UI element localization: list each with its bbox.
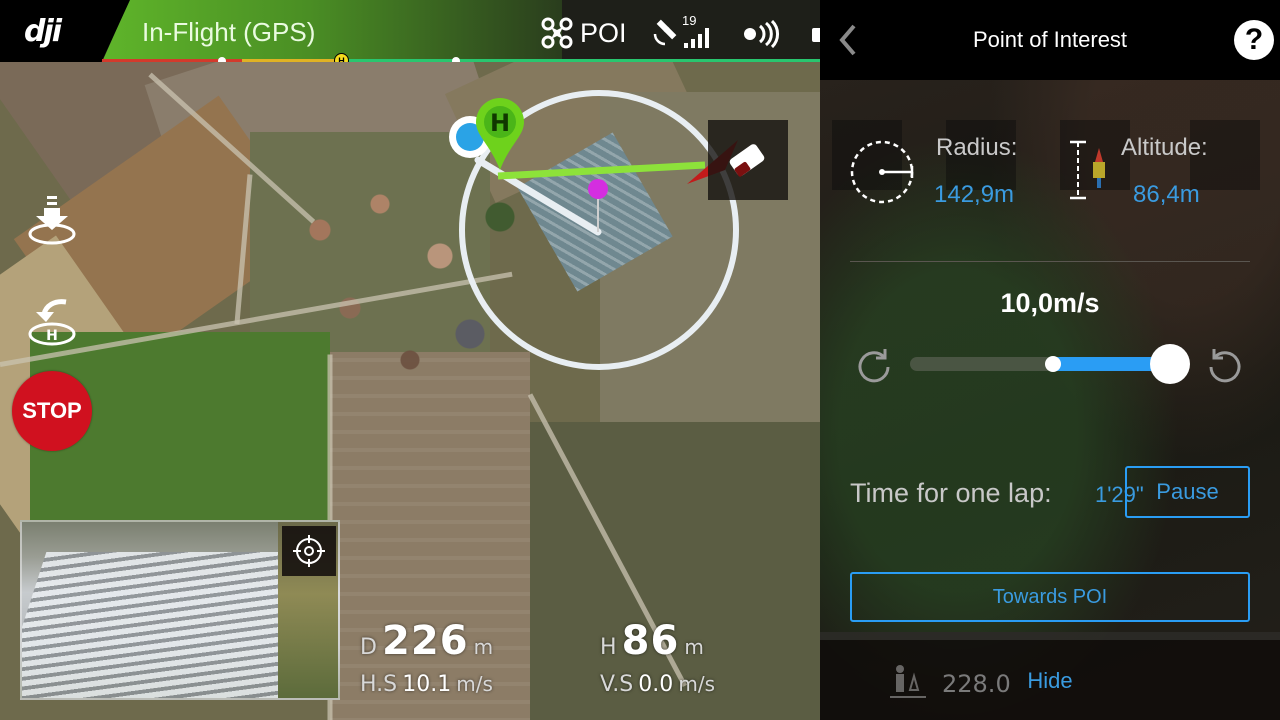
hspeed-value: 10.1 [402, 672, 452, 697]
speed-slider-thumb[interactable] [1150, 344, 1190, 384]
camera-preview[interactable] [20, 520, 340, 700]
altitude-value[interactable]: 86,4m [1133, 181, 1200, 209]
lap-time-label: Time for one lap: [850, 478, 1052, 508]
battery-threshold-marker [218, 57, 226, 62]
pause-button[interactable]: Pause [1125, 466, 1250, 518]
radius-icon [850, 140, 914, 204]
flight-status[interactable]: In-Flight (GPS) [142, 17, 315, 48]
flight-mode-indicator[interactable]: POI [540, 16, 627, 50]
battery-icon[interactable] [812, 28, 820, 42]
flight-mode-label: POI [580, 17, 627, 48]
height-unit: m [684, 635, 704, 659]
altitude-icon [1070, 140, 1105, 200]
counterclockwise-icon[interactable] [1203, 346, 1245, 388]
hspeed-unit: m/s [456, 672, 493, 696]
poi-panel: Point of Interest ? Radius: 142,9m Altit… [820, 0, 1280, 720]
vspeed-unit: m/s [678, 672, 715, 696]
panel-title: Point of Interest [972, 27, 1128, 52]
drone-icon [541, 17, 573, 49]
stop-button[interactable]: STOP [12, 371, 92, 451]
svg-text:H: H [46, 328, 58, 344]
dji-logo[interactable]: dji [24, 14, 62, 49]
horizontal-speed-readout: H.S 10.1 m/s [360, 672, 493, 697]
hspeed-key: H.S [360, 672, 398, 697]
auto-takeoff-button[interactable] [22, 196, 80, 246]
rth-battery-marker: H [334, 53, 349, 62]
vspeed-key: V.S [600, 672, 634, 697]
distance-readout: D 226 m [360, 618, 493, 664]
gps-signal-indicator[interactable]: 19 [652, 13, 714, 48]
distance-key: D [360, 635, 377, 660]
help-button[interactable]: ? [1234, 20, 1274, 60]
village [260, 152, 560, 412]
panel-divider [850, 261, 1250, 262]
camera-target-button[interactable] [282, 526, 336, 576]
battery-level-bar: H [102, 53, 820, 62]
distance-unit: m [473, 635, 494, 659]
altitude-label: Altitude: [1121, 134, 1208, 161]
crosshair-icon [293, 535, 325, 567]
clockwise-icon[interactable] [854, 346, 896, 388]
battery-ok-segment [340, 59, 820, 62]
battery-low-segment [242, 59, 340, 62]
vertical-speed-readout: V.S 0.0 m/s [600, 672, 715, 697]
speed-value: 10,0m/s [1000, 288, 1100, 318]
towards-poi-button[interactable]: Towards POI [850, 572, 1250, 622]
return-to-home-button[interactable]: H [22, 298, 80, 348]
signal-bars-icon [684, 28, 709, 48]
hide-button[interactable]: Hide [820, 668, 1280, 694]
radius-value[interactable]: 142,9m [934, 181, 1014, 209]
radius-label: Radius: [936, 134, 1018, 161]
distance-value: 226 [382, 618, 469, 664]
battery-current-marker [452, 57, 460, 62]
height-key: H [600, 635, 617, 660]
speed-slider-zero-marker [1045, 356, 1061, 372]
satellite-count: 19 [682, 13, 697, 28]
top-status-bar: dji In-Flight (GPS) POI 19 H [0, 0, 820, 62]
panel-header: Point of Interest ? [820, 0, 1280, 80]
satellite-icon [653, 19, 677, 46]
height-readout: H 86 m [600, 618, 704, 664]
remote-signal-icon[interactable] [742, 20, 782, 48]
height-value: 86 [621, 618, 680, 664]
vspeed-value: 0.0 [638, 672, 674, 697]
